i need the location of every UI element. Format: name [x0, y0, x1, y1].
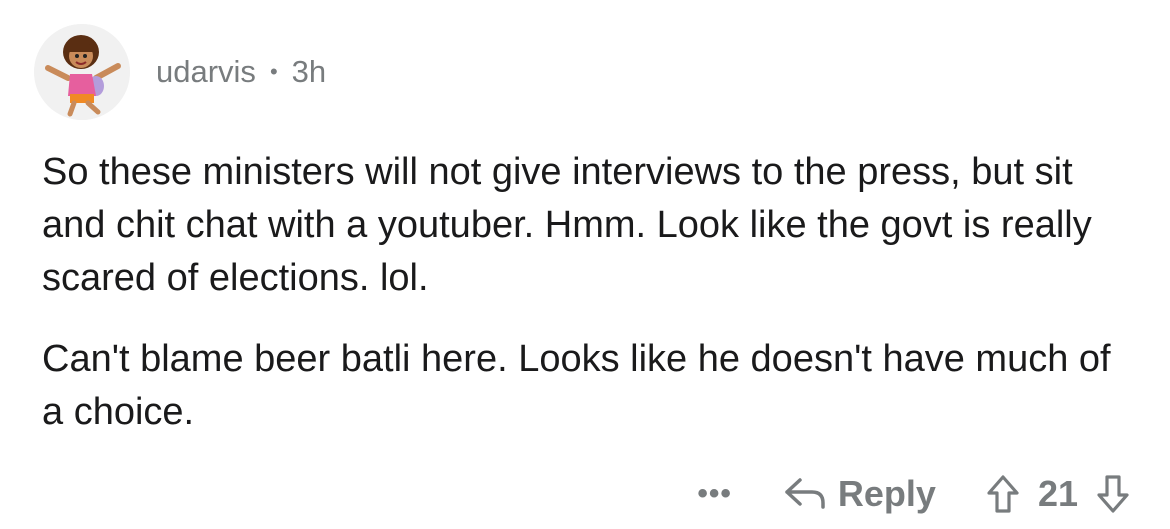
reply-button[interactable]: Reply — [784, 473, 936, 515]
reply-arrow-icon — [785, 478, 825, 509]
more-options-button[interactable]: ••• — [697, 477, 732, 511]
username-link[interactable]: udarvis — [156, 54, 256, 90]
cartoon-girl-avatar-icon — [34, 24, 130, 120]
meta-separator: • — [269, 59, 278, 84]
comment-age: 3h — [291, 54, 327, 89]
comment-paragraph: So these ministers will not give intervi… — [42, 151, 1092, 299]
comment-paragraph: Can't blame beer batli here. Looks like … — [42, 338, 1111, 433]
user-avatar[interactable] — [34, 24, 130, 120]
reply-label: Reply — [837, 473, 936, 514]
vote-controls: 21 — [986, 473, 1130, 515]
comment-body: So these ministers will not give intervi… — [42, 146, 1122, 439]
comment-meta: udarvis • 3h — [156, 54, 326, 90]
comment: udarvis • 3h So these ministers will not… — [0, 0, 1170, 529]
upvote-arrow-icon[interactable] — [986, 474, 1020, 514]
vote-score: 21 — [1037, 473, 1078, 514]
downvote-arrow-icon[interactable] — [1096, 474, 1130, 514]
comment-header: udarvis • 3h — [34, 24, 326, 120]
comment-actions: ••• Reply 21 — [697, 462, 1130, 526]
